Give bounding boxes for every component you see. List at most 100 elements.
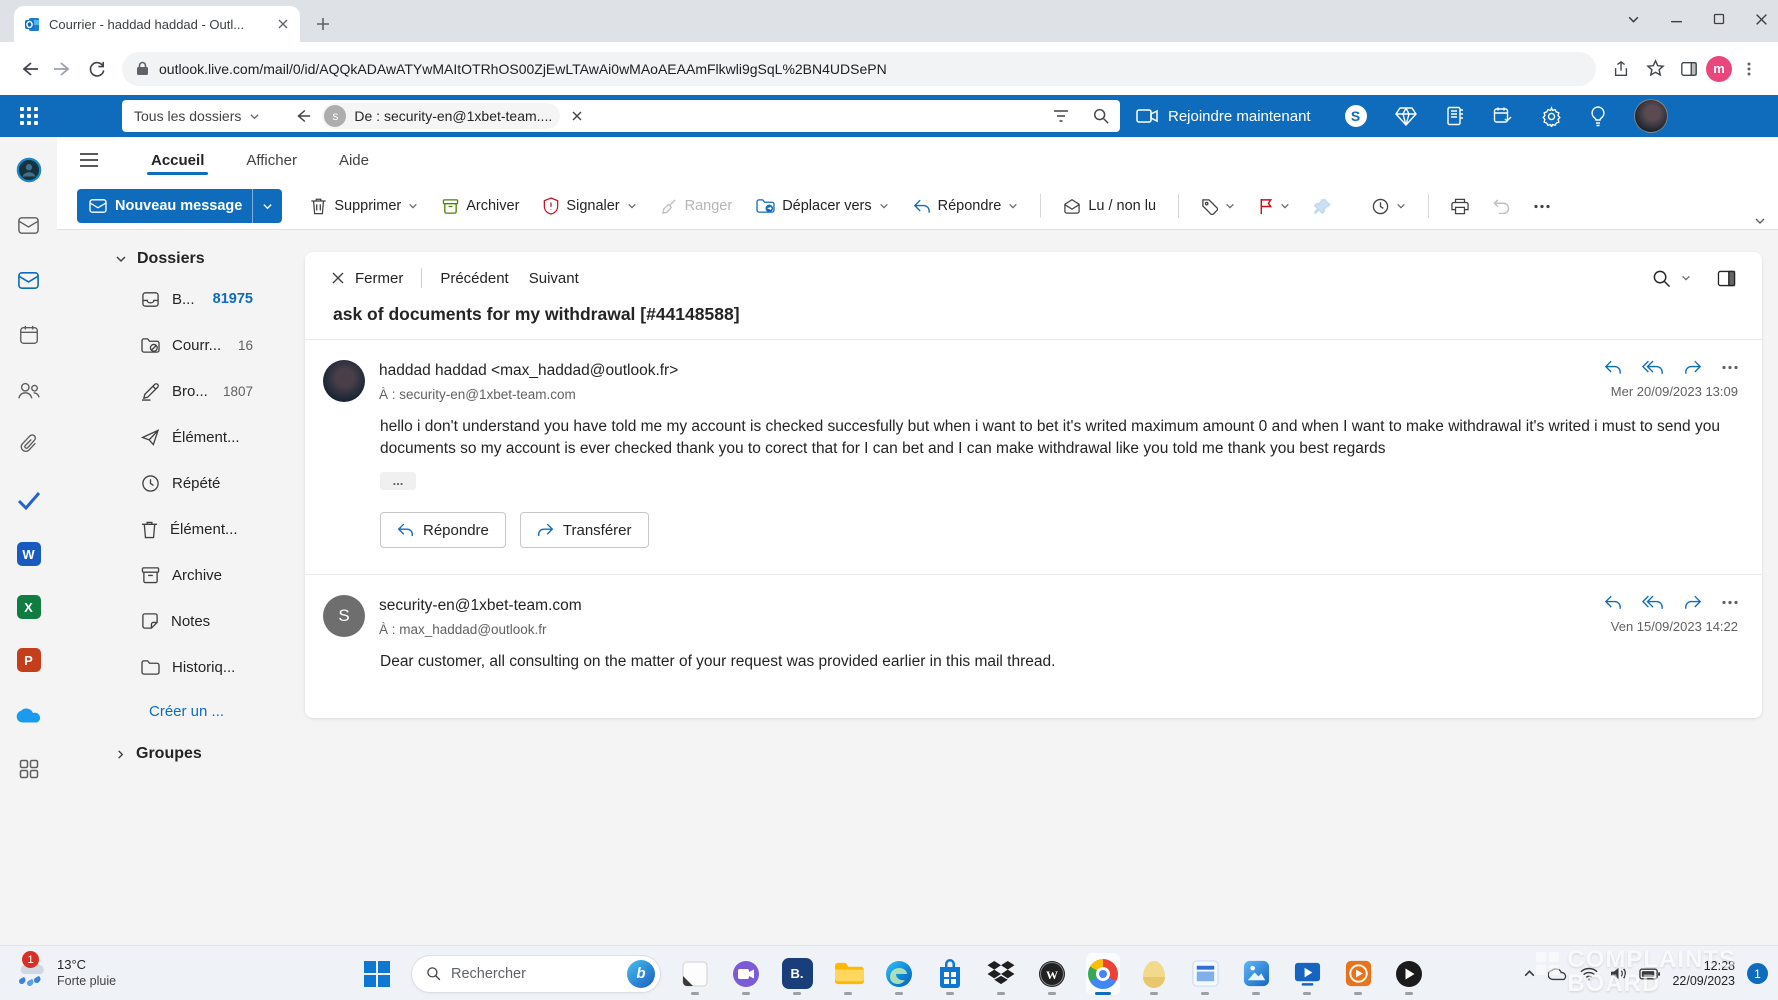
- egg-app-icon[interactable]: [1137, 953, 1171, 995]
- notification-count-badge[interactable]: 1: [1747, 963, 1768, 984]
- folder-inbox[interactable]: B... 81975: [57, 276, 305, 322]
- delete-button[interactable]: Supprimer: [300, 189, 428, 223]
- word-icon[interactable]: W: [17, 542, 41, 566]
- mail-secondary-icon[interactable]: [16, 212, 42, 238]
- tab-search-chevron-icon[interactable]: [1627, 13, 1640, 26]
- document-app-icon[interactable]: [1188, 953, 1222, 995]
- tab-accueil[interactable]: Accueil: [147, 142, 208, 179]
- search-icon[interactable]: [1092, 107, 1110, 125]
- people-icon[interactable]: [16, 377, 42, 403]
- forward-icon[interactable]: [1684, 595, 1702, 610]
- forward-message-button[interactable]: Transférer: [520, 512, 649, 548]
- zoom-button[interactable]: [1652, 269, 1691, 288]
- search-filter-chip[interactable]: s De : security-en@1xbet-team....: [322, 103, 560, 129]
- move-to-button[interactable]: Déplacer vers: [746, 189, 898, 223]
- tab-close-icon[interactable]: [276, 17, 290, 31]
- folder-archive[interactable]: Archive: [57, 552, 305, 598]
- excel-icon[interactable]: X: [17, 595, 41, 619]
- new-message-button[interactable]: Nouveau message: [77, 189, 282, 223]
- show-trimmed-content-button[interactable]: ...: [380, 472, 416, 490]
- command-bar-collapse-chevron[interactable]: [1754, 215, 1766, 227]
- forward-button[interactable]: [46, 52, 80, 86]
- app-launcher-button[interactable]: [0, 107, 57, 125]
- settings-gear-icon[interactable]: [1541, 106, 1562, 127]
- browser-tab[interactable]: Courrier - haddad haddad - Outl...: [14, 6, 300, 42]
- more-commands-button[interactable]: [1524, 189, 1560, 223]
- more-options-icon[interactable]: [1722, 600, 1738, 605]
- workspace-logo-icon[interactable]: [16, 157, 42, 183]
- ms-store-icon[interactable]: [933, 953, 967, 995]
- snooze-button[interactable]: [1362, 189, 1416, 223]
- browser-menu-icon[interactable]: [1732, 52, 1766, 86]
- chip-remove-icon[interactable]: [570, 109, 584, 123]
- photos-icon[interactable]: [1239, 953, 1273, 995]
- tab-afficher[interactable]: Afficher: [242, 142, 301, 179]
- filter-icon[interactable]: [1052, 108, 1070, 124]
- media-player-icon[interactable]: [1392, 953, 1426, 995]
- calendar-icon[interactable]: [16, 322, 42, 348]
- reply-all-icon[interactable]: [1642, 360, 1664, 375]
- print-button[interactable]: [1441, 189, 1479, 223]
- folders-header[interactable]: Dossiers: [57, 242, 305, 276]
- notepad-icon[interactable]: [678, 953, 712, 995]
- powerpoint-icon[interactable]: P: [17, 648, 41, 672]
- refresh-button[interactable]: [80, 52, 114, 86]
- window-minimize-button[interactable]: [1670, 13, 1683, 26]
- new-message-dropdown[interactable]: [252, 189, 282, 223]
- attachment-icon[interactable]: [16, 432, 42, 458]
- previous-button[interactable]: Précédent: [440, 270, 508, 287]
- sender-name[interactable]: haddad haddad <max_haddad@outlook.fr>: [379, 360, 678, 380]
- forward-icon[interactable]: [1684, 360, 1702, 375]
- folder-notes[interactable]: Notes: [57, 598, 305, 644]
- battery-icon[interactable]: [1639, 968, 1660, 980]
- reply-message-button[interactable]: Répondre: [380, 512, 506, 548]
- account-avatar[interactable]: [1634, 99, 1668, 133]
- todo-check-icon[interactable]: [16, 487, 42, 513]
- wikipedia-icon[interactable]: W: [1035, 953, 1069, 995]
- orange-player-icon[interactable]: [1341, 953, 1375, 995]
- folder-drafts[interactable]: Bro... 1807: [57, 368, 305, 414]
- volume-icon[interactable]: [1610, 966, 1627, 981]
- tips-lightbulb-icon[interactable]: [1590, 106, 1606, 127]
- join-now-button[interactable]: Rejoindre maintenant: [1128, 108, 1319, 125]
- reading-pane-layout-button[interactable]: [1717, 270, 1736, 287]
- reply-button[interactable]: Répondre: [903, 189, 1029, 223]
- start-button[interactable]: [360, 953, 394, 995]
- create-folder-link[interactable]: Créer un ...: [57, 690, 305, 732]
- onenote-feed-icon[interactable]: [1445, 106, 1465, 126]
- search-scope-dropdown[interactable]: Tous les dossiers: [134, 108, 260, 124]
- read-unread-button[interactable]: Lu / non lu: [1053, 189, 1166, 223]
- folder-junk[interactable]: Courr... 16: [57, 322, 305, 368]
- archive-button[interactable]: Archiver: [432, 189, 529, 223]
- wifi-icon[interactable]: [1580, 967, 1598, 981]
- mail-active-icon[interactable]: [16, 267, 42, 293]
- movies-tv-icon[interactable]: [1290, 953, 1324, 995]
- recipient-line[interactable]: À : max_haddad@outlook.fr: [379, 622, 582, 637]
- folder-snoozed[interactable]: Répété: [57, 460, 305, 506]
- flag-button[interactable]: [1249, 189, 1300, 223]
- tray-chevron-up-icon[interactable]: [1523, 967, 1536, 980]
- categorize-button[interactable]: [1191, 189, 1245, 223]
- reply-icon[interactable]: [1604, 595, 1622, 610]
- close-message-button[interactable]: Fermer: [331, 270, 403, 287]
- folder-sent[interactable]: Élément...: [57, 414, 305, 460]
- bookmark-star-icon[interactable]: [1638, 52, 1672, 86]
- more-options-icon[interactable]: [1722, 365, 1738, 370]
- folder-history[interactable]: Historiq...: [57, 644, 305, 690]
- folder-deleted[interactable]: Élément...: [57, 506, 305, 552]
- onedrive-tray-icon[interactable]: [1548, 967, 1568, 981]
- new-tab-button[interactable]: [308, 9, 338, 39]
- file-explorer-icon[interactable]: [831, 953, 865, 995]
- clipchamp-icon[interactable]: [729, 953, 763, 995]
- window-maximize-button[interactable]: [1713, 13, 1725, 25]
- share-icon[interactable]: [1604, 52, 1638, 86]
- sender-name[interactable]: security-en@1xbet-team.com: [379, 595, 582, 615]
- browser-profile-avatar[interactable]: m: [1706, 56, 1732, 82]
- booking-icon[interactable]: B.: [780, 953, 814, 995]
- sender-avatar[interactable]: S: [323, 595, 365, 637]
- outlook-search-box[interactable]: Tous les dossiers s De : security-en@1xb…: [122, 100, 1120, 132]
- premium-gem-icon[interactable]: [1395, 107, 1417, 126]
- report-button[interactable]: Signaler: [533, 189, 646, 223]
- clock[interactable]: 12:28 22/09/2023: [1672, 959, 1735, 989]
- undo-button[interactable]: [1483, 189, 1520, 223]
